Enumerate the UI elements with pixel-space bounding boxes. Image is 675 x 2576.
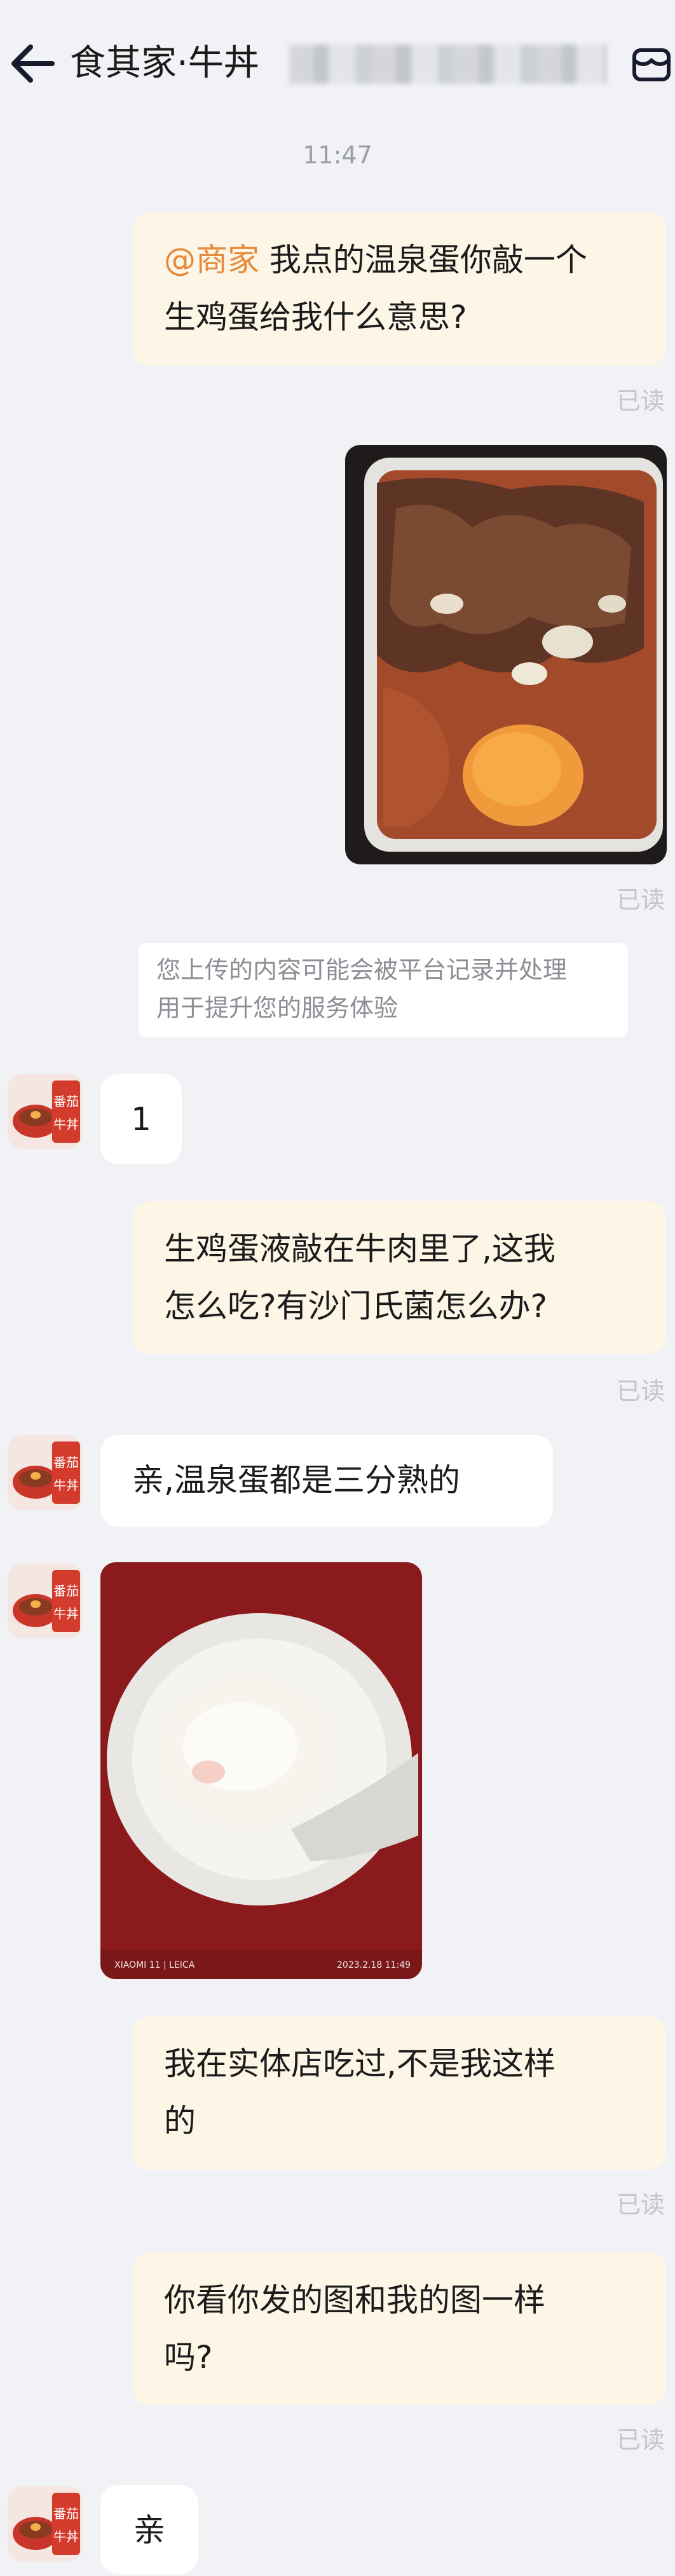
read-receipt: 已读 — [616, 387, 665, 415]
avatar-label: 牛丼 — [53, 1478, 79, 1493]
message-text: 亲,温泉蛋都是三分熟的 — [132, 1462, 460, 1499]
avatar-label: 牛丼 — [53, 1117, 79, 1132]
blurred-title-suffix — [289, 44, 607, 84]
message-text: 1 — [131, 1101, 151, 1138]
merchant-avatar[interactable]: 番茄 牛丼 — [8, 1074, 83, 1149]
chat-title: 食其家·牛丼 — [70, 43, 259, 84]
arrow-left-icon — [11, 44, 55, 83]
message-text-line: 吗? — [164, 2339, 213, 2376]
notice-line: 您上传的内容可能会被平台记录并处理 — [156, 956, 568, 984]
photo-watermark: XIAOMI 11 | LEICA — [114, 1960, 195, 1970]
shop-button[interactable] — [628, 37, 675, 90]
avatar-label: 番茄 — [53, 1583, 79, 1598]
message-text-line: 的 — [164, 2102, 196, 2139]
message-bubble-outgoing[interactable]: 我在实体店吃过,不是我这样 的 — [132, 2016, 666, 2170]
merchant-avatar[interactable]: 番茄 牛丼 — [8, 1564, 83, 1639]
message-text-line: 生鸡蛋给我什么意思? — [164, 299, 467, 336]
read-receipt: 已读 — [616, 2426, 665, 2454]
message-bubble-outgoing[interactable]: 生鸡蛋液敲在牛肉里了,这我 怎么吃?有沙门氏菌怎么办? — [132, 1201, 666, 1354]
chat-header: 食其家·牛丼 — [0, 0, 675, 127]
message-text-line: 我在实体店吃过,不是我这样 — [164, 2045, 556, 2082]
beef-bowl-with-raw-egg-photo[interactable] — [345, 445, 667, 864]
avatar-label: 番茄 — [53, 1094, 79, 1109]
read-receipt: 已读 — [616, 1377, 665, 1405]
avatar-label: 番茄 — [53, 1455, 79, 1470]
message-text-line: 怎么吃?有沙门氏菌怎么办? — [164, 1288, 548, 1325]
photo-watermark: 2023.2.18 11:49 — [337, 1960, 411, 1970]
notice-line: 用于提升您的服务体验 — [156, 994, 399, 1022]
merchant-avatar[interactable]: 番茄 牛丼 — [8, 2486, 83, 2561]
message-bubble-outgoing[interactable]: @商家 我点的温泉蛋你敲一个 生鸡蛋给我什么意思? — [132, 212, 666, 366]
back-button[interactable] — [0, 29, 64, 99]
merchant-avatar[interactable]: 番茄 牛丼 — [8, 1435, 83, 1510]
message-bubble-incoming[interactable]: 1 — [100, 1074, 182, 1164]
shop-icon — [632, 48, 671, 81]
message-text-line: 你看你发的图和我的图一样 — [164, 2282, 545, 2319]
message-bubble-outgoing[interactable]: 你看你发的图和我的图一样 吗? — [132, 2252, 666, 2405]
message-bubble-incoming[interactable]: 亲,温泉蛋都是三分熟的 — [100, 1435, 553, 1527]
message-text: 亲 — [133, 2512, 165, 2549]
message-text-line: 生鸡蛋液敲在牛肉里了,这我 — [164, 1230, 556, 1267]
mention-tag[interactable]: @商家 — [164, 242, 259, 278]
message-bubble-incoming[interactable]: 亲 — [100, 2485, 198, 2574]
soft-boiled-egg-photo[interactable]: XIAOMI 11 | LEICA 2023.2.18 11:49 — [100, 1562, 422, 1979]
avatar-label: 牛丼 — [53, 2529, 79, 2544]
read-receipt: 已读 — [616, 886, 665, 914]
message-text-line: 我点的温泉蛋你敲一个 — [259, 242, 587, 278]
avatar-label: 牛丼 — [53, 1606, 79, 1621]
read-receipt: 已读 — [616, 2191, 665, 2219]
chat-timestamp: 11:47 — [303, 141, 372, 169]
platform-notice: 您上传的内容可能会被平台记录并处理 用于提升您的服务体验 — [139, 943, 628, 1037]
avatar-label: 番茄 — [53, 2506, 79, 2521]
